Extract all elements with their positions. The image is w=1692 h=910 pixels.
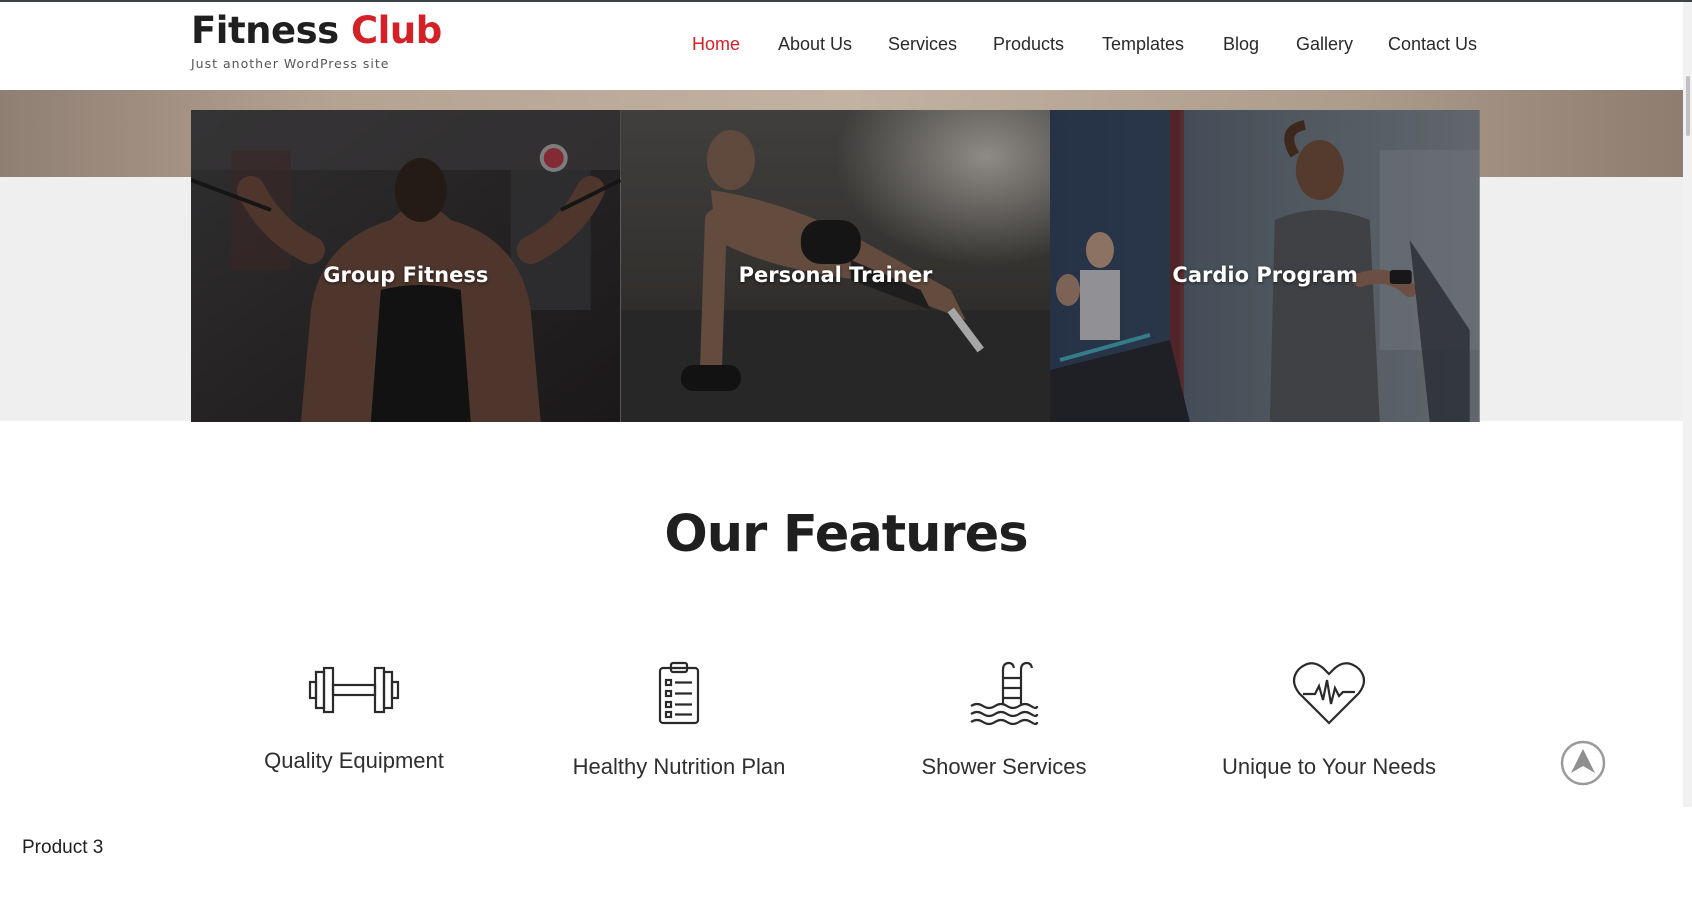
scrollbar-thumb[interactable] [1686, 76, 1690, 136]
nav-item-contact-us[interactable]: Contact Us [1388, 34, 1477, 55]
feature-unique-to-your-needs: Unique to Your Needs [1199, 660, 1459, 780]
feature-label-quality-equipment: Quality Equipment [264, 748, 444, 773]
nav-item-gallery[interactable]: Gallery [1296, 34, 1353, 55]
site-title-main: Fitness [191, 9, 339, 52]
bottom-label: Product 3 [22, 837, 104, 858]
tile-caption-personal-trainer: Personal Trainer [738, 263, 933, 287]
nav-item-products[interactable]: Products [993, 34, 1064, 55]
tile-personal-trainer[interactable]: Personal Trainer [620, 110, 1051, 422]
features-heading: Our Features [664, 505, 1028, 564]
feature-healthy-nutrition-plan: Healthy Nutrition Plan [549, 660, 809, 780]
nav-item-blog[interactable]: Blog [1223, 34, 1259, 55]
site-header: Fitness Club Just another WordPress site… [0, 2, 1692, 90]
clipboard-icon [658, 661, 700, 725]
nav-item-home[interactable]: Home [692, 34, 740, 55]
feature-label-healthy-nutrition-plan: Healthy Nutrition Plan [572, 754, 786, 779]
dumbbell-icon [308, 666, 400, 714]
feature-label-unique-to-your-needs: Unique to Your Needs [1221, 754, 1437, 779]
nav-item-about-us[interactable]: About Us [778, 34, 852, 55]
feature-label-shower-services: Shower Services [921, 754, 1087, 779]
heart-pulse-icon [1292, 662, 1366, 725]
feature-quality-equipment: Quality Equipment [224, 660, 484, 774]
back-to-top-button[interactable] [1560, 740, 1606, 786]
service-tiles: Group Fitness Personal Trainer Cardio Pr… [191, 110, 1481, 422]
site-title[interactable]: Fitness Club [191, 8, 442, 54]
tile-caption-group-fitness: Group Fitness [323, 263, 489, 287]
nav-item-templates[interactable]: Templates [1102, 34, 1184, 55]
nav-item-services[interactable]: Services [888, 34, 957, 55]
tile-caption-cardio-program: Cardio Program [1172, 263, 1358, 287]
pool-ladder-icon [970, 661, 1039, 726]
site-tagline: Just another WordPress site [191, 56, 390, 71]
site-logo[interactable]: Fitness Club Just another WordPress site [191, 8, 442, 71]
site-title-accent: Club [351, 9, 442, 52]
tile-group-fitness[interactable]: Group Fitness [191, 110, 621, 422]
tile-cardio-program[interactable]: Cardio Program [1050, 110, 1481, 422]
feature-shower-services: Shower Services [874, 660, 1134, 780]
